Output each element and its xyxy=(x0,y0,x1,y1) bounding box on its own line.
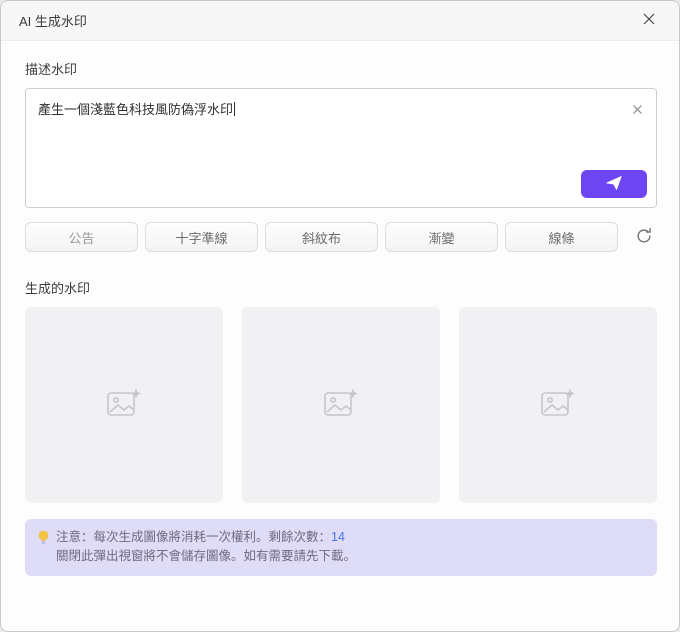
clear-icon xyxy=(632,103,643,118)
generated-cards xyxy=(25,307,657,503)
dialog-title: AI 生成水印 xyxy=(19,14,87,29)
image-placeholder-icon xyxy=(323,387,359,424)
image-placeholder-icon xyxy=(540,387,576,424)
prompt-text: 產生一個淺藍色科技風防偽浮水印 xyxy=(38,102,236,117)
close-button[interactable] xyxy=(635,7,663,35)
notice-text: 注意：每次生成圖像將消耗一次權利。剩餘次數：14 關閉此彈出視窗將不會儲存圖像。… xyxy=(56,528,356,566)
watermark-placeholder-2 xyxy=(242,307,440,503)
refresh-icon xyxy=(635,227,653,248)
chip-announcement[interactable]: 公告 xyxy=(25,222,138,252)
watermark-placeholder-3 xyxy=(459,307,657,503)
image-placeholder-icon xyxy=(106,387,142,424)
chip-crosshair[interactable]: 十字準線 xyxy=(145,222,258,252)
close-icon xyxy=(642,12,656,29)
chip-gradient[interactable]: 漸變 xyxy=(385,222,498,252)
prompt-input[interactable]: 產生一個淺藍色科技風防偽浮水印 xyxy=(25,88,657,208)
remaining-count: 14 xyxy=(331,530,345,544)
watermark-placeholder-1 xyxy=(25,307,223,503)
send-icon xyxy=(605,175,623,194)
text-caret xyxy=(234,102,236,116)
describe-label: 描述水印 xyxy=(25,62,78,77)
notice-line-2: 關閉此彈出視窗將不會儲存圖像。如有需要請先下載。 xyxy=(56,549,357,563)
lightbulb-icon xyxy=(37,530,50,566)
clear-input-button[interactable] xyxy=(628,101,646,119)
notice-banner: 注意：每次生成圖像將消耗一次權利。剩餘次數：14 關閉此彈出視窗將不會儲存圖像。… xyxy=(25,519,657,576)
ai-watermark-dialog: AI 生成水印 描述水印 產生一個淺藍色科技風防偽浮水印 公告 十字準線 斜紋布… xyxy=(0,0,680,632)
dialog-body: 描述水印 產生一個淺藍色科技風防偽浮水印 公告 十字準線 斜紋布 漸變 線條 生… xyxy=(1,41,679,631)
chip-lines[interactable]: 線條 xyxy=(505,222,618,252)
suggestion-chips-row: 公告 十字準線 斜紋布 漸變 線條 xyxy=(25,222,657,252)
send-button[interactable] xyxy=(581,170,647,198)
generated-label: 生成的水印 xyxy=(25,281,91,296)
refresh-suggestions-button[interactable] xyxy=(631,224,657,250)
notice-line-1: 注意：每次生成圖像將消耗一次權利。剩餘次數：14 xyxy=(56,530,345,544)
dialog-titlebar: AI 生成水印 xyxy=(1,1,679,41)
chip-twill[interactable]: 斜紋布 xyxy=(265,222,378,252)
